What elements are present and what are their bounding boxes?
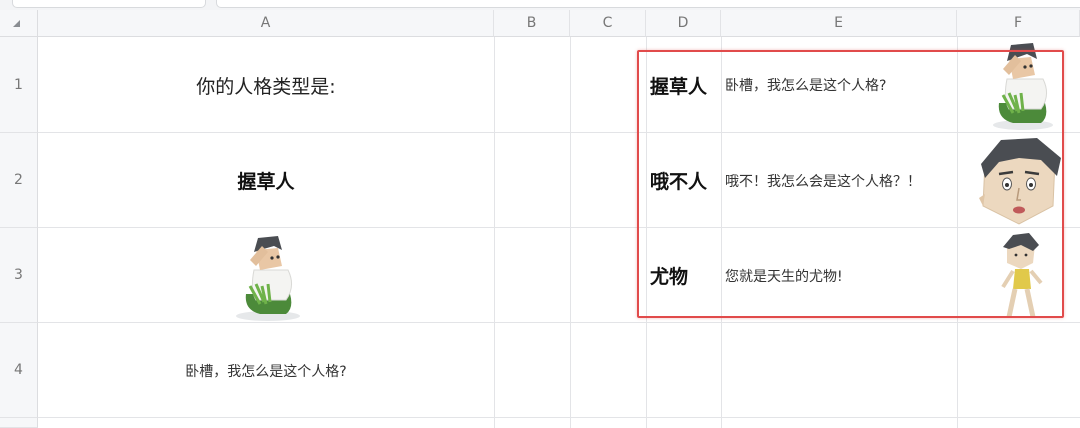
cell-a4[interactable]: 卧槽，我怎么是这个人格? [38, 323, 494, 418]
select-all-icon [13, 20, 20, 27]
gridline [570, 37, 571, 428]
column-header-a[interactable]: A [38, 10, 494, 37]
column-header-c[interactable]: C [570, 10, 646, 37]
row-header-5[interactable] [0, 418, 38, 428]
personality-result-text: 握草人 [237, 171, 295, 193]
row-header-2[interactable]: 2 [0, 133, 38, 228]
column-header-b[interactable]: B [494, 10, 570, 37]
personality-description-text: 卧槽，我怎么是这个人格? [185, 363, 347, 380]
crouching-man-image[interactable] [216, 230, 316, 322]
row-header-1[interactable]: 1 [0, 37, 38, 133]
row-header-3[interactable]: 3 [0, 228, 38, 323]
formula-bar-strip [0, 0, 1080, 10]
cell-a3[interactable] [38, 228, 494, 323]
highlight-selection-box [637, 50, 1064, 318]
cell-a1[interactable]: 你的人格类型是: [38, 37, 494, 133]
column-header-e[interactable]: E [721, 10, 957, 37]
select-all-corner[interactable] [0, 10, 38, 37]
column-header-f[interactable]: F [957, 10, 1080, 37]
cell-a2[interactable]: 握草人 [38, 133, 494, 228]
formula-input[interactable] [216, 0, 1080, 8]
row-header-4[interactable]: 4 [0, 323, 38, 418]
gridline [494, 37, 495, 428]
personality-prompt-text: 你的人格类型是: [196, 75, 336, 98]
name-box[interactable] [12, 0, 206, 8]
column-header-d[interactable]: D [646, 10, 721, 37]
